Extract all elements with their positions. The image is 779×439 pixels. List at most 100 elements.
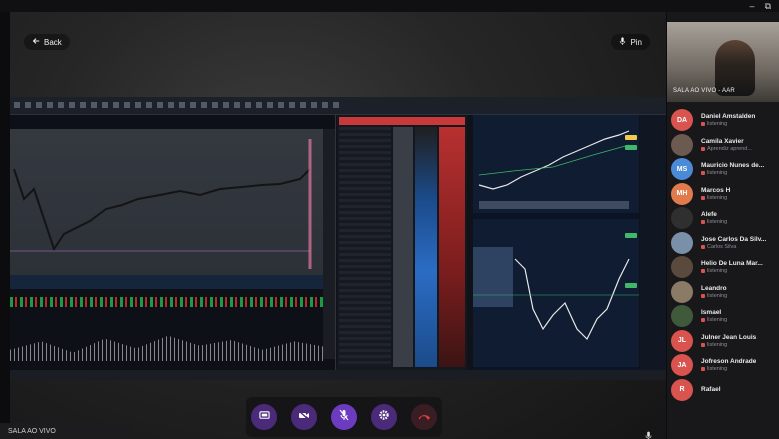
restore-button[interactable]: ⧉ <box>765 1 771 12</box>
participant-item[interactable]: Helio De Luna Mar... listening <box>667 255 779 280</box>
muted-icon <box>701 342 705 347</box>
candlestick-chart <box>10 139 312 269</box>
phone-hangup-icon <box>418 408 431 426</box>
participant-name: Jose Carlos Da Silv... <box>701 235 767 243</box>
call-controls <box>246 397 442 437</box>
participant-status: listening <box>701 342 756 348</box>
participant-name: Jofreson Andrade <box>701 358 757 366</box>
avatar <box>671 207 693 230</box>
avatar: MS <box>671 158 693 181</box>
mic-toggle-button[interactable] <box>331 404 357 430</box>
camera-toggle-button[interactable] <box>291 404 317 430</box>
avatar: JL <box>671 329 693 352</box>
microphone-icon <box>619 37 626 47</box>
status-text: listening <box>707 317 728 324</box>
avatar <box>671 256 693 279</box>
platform-toolbar <box>10 97 666 115</box>
camera-off-icon <box>298 408 310 426</box>
participant-name: Marcos H <box>701 186 731 194</box>
avatar: DA <box>671 109 693 132</box>
status-text: listening <box>707 170 728 177</box>
upper-chart <box>473 115 639 213</box>
participant-item[interactable]: Jose Carlos Da Silv... Carlos Silva <box>667 231 779 256</box>
price-scale <box>323 129 335 359</box>
participant-name: Mauricio Nunes de... <box>701 162 765 170</box>
participant-list: DA Daniel Amstalden listening Camila Xav… <box>667 108 779 402</box>
arrow-left-icon <box>32 37 40 47</box>
muted-icon <box>701 318 705 323</box>
status-text: Aprendiz aprend... <box>707 145 752 152</box>
secondary-charts-panel <box>473 115 639 370</box>
participant-status: listening <box>701 195 730 201</box>
participant-status: listening <box>701 170 764 176</box>
muted-icon <box>701 220 705 225</box>
indicator-bars <box>10 297 326 307</box>
status-text: listening <box>707 219 728 226</box>
settings-button[interactable] <box>371 404 397 430</box>
participant-item[interactable]: JL Julner Jean Louis listening <box>667 329 779 354</box>
self-view-label: SALA AO VIVO - AAR <box>673 88 735 94</box>
hang-up-button[interactable] <box>411 404 437 430</box>
status-text: listening <box>707 366 728 373</box>
status-text: listening <box>707 268 728 275</box>
back-label: Back <box>44 37 62 47</box>
ask-ladder <box>439 127 465 367</box>
participant-item[interactable]: JA Jofreson Andrade listening <box>667 353 779 378</box>
participant-item[interactable]: DA Daniel Amstalden listening <box>667 108 779 133</box>
participant-name: Helio De Luna Mar... <box>701 260 763 268</box>
participant-status: listening <box>701 366 756 372</box>
minimize-button[interactable]: – <box>750 1 755 12</box>
muted-icon <box>701 244 705 249</box>
avatar: JA <box>671 354 693 377</box>
microphone-icon[interactable] <box>645 427 652 439</box>
status-text: listening <box>707 121 728 128</box>
participant-item[interactable]: MS Mauricio Nunes de... listening <box>667 157 779 182</box>
times-and-trades <box>339 127 391 367</box>
participant-item[interactable]: Ismael listening <box>667 304 779 329</box>
back-button[interactable]: Back <box>24 34 70 50</box>
participant-status: listening <box>701 268 763 274</box>
participant-status: listening <box>701 219 727 225</box>
participant-item[interactable]: Leandro listening <box>667 280 779 305</box>
bid-ladder <box>415 127 437 367</box>
participant-name: Rafael <box>701 385 721 393</box>
volume-histogram <box>10 335 326 361</box>
participant-name: Alefe <box>701 211 717 219</box>
participant-item[interactable]: R Rafael <box>667 378 779 403</box>
participant-item[interactable]: Alefe listening <box>667 206 779 231</box>
avatar: R <box>671 378 693 401</box>
avatar <box>671 231 693 254</box>
participant-status: listening <box>701 317 727 323</box>
participant-status: listening <box>701 121 755 127</box>
avatar <box>671 280 693 303</box>
participant-item[interactable]: Camila Xavier Aprendiz aprend... <box>667 133 779 158</box>
avatar: MH <box>671 182 693 205</box>
self-video-tile[interactable]: SALA AO VIVO - AAR <box>667 22 779 102</box>
status-text: Carlos Silva <box>707 243 737 250</box>
pin-button[interactable]: Pin <box>611 34 650 50</box>
participant-status: Aprendiz aprend... <box>701 146 752 152</box>
participant-name: Leandro <box>701 284 727 292</box>
muted-icon <box>701 122 705 127</box>
muted-icon <box>701 269 705 274</box>
muted-icon <box>701 195 705 200</box>
screen-share-icon <box>258 408 270 426</box>
microphone-off-icon <box>339 408 349 426</box>
taskbar <box>10 370 666 380</box>
price-chart-panel <box>10 115 336 370</box>
avatar <box>671 133 693 156</box>
share-screen-button[interactable] <box>251 404 277 430</box>
pin-label: Pin <box>630 37 642 47</box>
participant-item[interactable]: MH Marcos H listening <box>667 182 779 207</box>
gear-icon <box>378 408 390 426</box>
window-controls: – ⧉ <box>750 1 771 12</box>
video-stage: Back Pin <box>10 12 666 439</box>
lower-chart <box>473 219 639 367</box>
participant-name: Daniel Amstalden <box>701 113 756 121</box>
participant-status: Carlos Silva <box>701 244 766 250</box>
muted-icon <box>701 171 705 176</box>
participant-name: Julner Jean Louis <box>701 333 757 341</box>
muted-icon <box>701 293 705 298</box>
status-text: listening <box>707 341 728 348</box>
muted-icon <box>701 367 705 372</box>
